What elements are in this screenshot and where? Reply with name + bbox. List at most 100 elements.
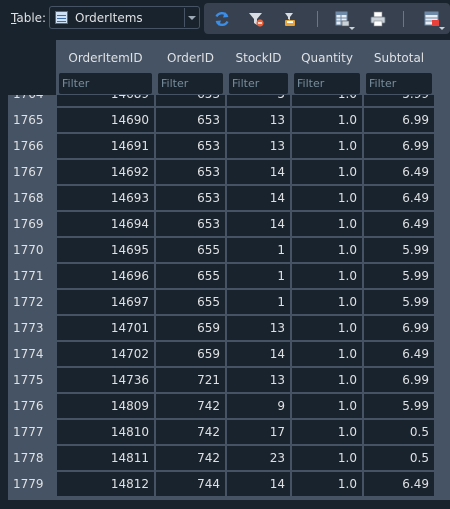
table-cell[interactable]: 14697 [57, 290, 154, 314]
table-cell[interactable]: 1.0 [292, 212, 362, 236]
table-cell[interactable]: 14 [227, 472, 290, 496]
table-cell[interactable]: 1.0 [292, 134, 362, 158]
refresh-button[interactable] [211, 8, 233, 30]
column-filter-input[interactable]: Filter [158, 73, 223, 94]
table-cell[interactable]: 14736 [57, 368, 154, 392]
table-cell[interactable]: 1.0 [292, 316, 362, 340]
table-cell[interactable]: 1.0 [292, 420, 362, 444]
table-cell[interactable]: 1.0 [292, 368, 362, 392]
table-cell[interactable]: 6.49 [364, 342, 434, 366]
table-cell[interactable]: 0.5 [364, 420, 434, 444]
table-cell[interactable]: 1.0 [292, 472, 362, 496]
row-header[interactable]: 1768 [8, 186, 56, 210]
table-cell[interactable]: 659 [156, 342, 225, 366]
table-cell[interactable]: 5.99 [364, 264, 434, 288]
table-cell[interactable]: 1.0 [292, 446, 362, 470]
table-cell[interactable]: 1.0 [292, 108, 362, 132]
table-cell[interactable]: 6.99 [364, 108, 434, 132]
table-cell[interactable]: 653 [156, 212, 225, 236]
table-cell[interactable]: 6.99 [364, 316, 434, 340]
table-cell[interactable]: 742 [156, 420, 225, 444]
table-cell[interactable]: 6.49 [364, 472, 434, 496]
table-cell[interactable]: 14693 [57, 186, 154, 210]
table-cell[interactable]: 17 [227, 420, 290, 444]
column-filter-input[interactable]: Filter [294, 73, 360, 94]
table-select-dropdown[interactable]: OrderItems [49, 6, 200, 29]
column-filter-input[interactable]: Filter [366, 73, 432, 94]
table-cell[interactable]: 0.5 [364, 446, 434, 470]
table-cell[interactable]: 1.0 [292, 264, 362, 288]
table-cell[interactable]: 13 [227, 108, 290, 132]
table-cell[interactable]: 1 [227, 264, 290, 288]
table-cell[interactable]: 14692 [57, 160, 154, 184]
row-header[interactable]: 1774 [8, 342, 56, 366]
row-header[interactable]: 1773 [8, 316, 56, 340]
table-cell[interactable]: 14696 [57, 264, 154, 288]
table-cell[interactable]: 6.99 [364, 368, 434, 392]
table-cell[interactable]: 14690 [57, 108, 154, 132]
table-cell[interactable]: 14812 [57, 472, 154, 496]
row-header[interactable]: 1769 [8, 212, 56, 236]
table-cell[interactable]: 13 [227, 316, 290, 340]
table-cell[interactable]: 721 [156, 368, 225, 392]
table-cell[interactable]: 742 [156, 446, 225, 470]
column-filter-input[interactable]: Filter [229, 73, 288, 94]
column-header[interactable]: OrderItemID Filter [57, 40, 154, 95]
export-button[interactable] [331, 8, 355, 30]
table-cell[interactable]: 655 [156, 290, 225, 314]
table-cell[interactable]: 1 [227, 238, 290, 262]
table-cell[interactable]: 653 [156, 160, 225, 184]
table-cell[interactable]: 14701 [57, 316, 154, 340]
table-cell[interactable]: 5.99 [364, 290, 434, 314]
table-cell[interactable]: 1.0 [292, 342, 362, 366]
column-header[interactable]: StockID Filter [227, 40, 290, 95]
row-header[interactable]: 1777 [8, 420, 56, 444]
table-cell[interactable]: 13 [227, 134, 290, 158]
table-cell[interactable]: 1.0 [292, 290, 362, 314]
row-header[interactable]: 1765 [8, 108, 56, 132]
insert-record-button[interactable] [421, 8, 445, 30]
table-cell[interactable]: 1.0 [292, 186, 362, 210]
table-cell[interactable]: 14809 [57, 394, 154, 418]
row-header[interactable]: 1779 [8, 472, 56, 496]
table-cell[interactable]: 14811 [57, 446, 154, 470]
table-cell[interactable]: 1.0 [292, 160, 362, 184]
table-cell[interactable]: 653 [156, 108, 225, 132]
table-cell[interactable]: 655 [156, 238, 225, 262]
table-cell[interactable]: 14694 [57, 212, 154, 236]
table-cell[interactable]: 23 [227, 446, 290, 470]
table-cell[interactable]: 6.49 [364, 160, 434, 184]
table-cell[interactable]: 14810 [57, 420, 154, 444]
column-header[interactable]: OrderID Filter [156, 40, 225, 95]
print-button[interactable] [367, 8, 389, 30]
table-cell[interactable]: 1.0 [292, 394, 362, 418]
row-header[interactable]: 1778 [8, 446, 56, 470]
row-header[interactable]: 1775 [8, 368, 56, 392]
table-cell[interactable]: 14 [227, 186, 290, 210]
table-cell[interactable]: 1 [227, 290, 290, 314]
chevron-down-icon[interactable] [184, 8, 198, 27]
row-header[interactable]: 1772 [8, 290, 56, 314]
table-cell[interactable]: 744 [156, 472, 225, 496]
table-cell[interactable]: 9 [227, 394, 290, 418]
table-cell[interactable]: 14691 [57, 134, 154, 158]
column-header[interactable]: Subtotal Filter [364, 40, 434, 95]
grid-corner-button[interactable] [8, 40, 56, 95]
row-header[interactable]: 1767 [8, 160, 56, 184]
row-header[interactable]: 1776 [8, 394, 56, 418]
table-cell[interactable]: 5.99 [364, 394, 434, 418]
row-header[interactable]: 1771 [8, 264, 56, 288]
table-cell[interactable]: 14 [227, 160, 290, 184]
table-cell[interactable]: 14702 [57, 342, 154, 366]
row-header[interactable]: 1766 [8, 134, 56, 158]
table-cell[interactable]: 1.0 [292, 238, 362, 262]
table-cell[interactable]: 653 [156, 134, 225, 158]
table-cell[interactable]: 6.49 [364, 212, 434, 236]
row-header[interactable]: 1770 [8, 238, 56, 262]
table-cell[interactable]: 742 [156, 394, 225, 418]
table-cell[interactable]: 659 [156, 316, 225, 340]
clear-filters-button[interactable] [245, 8, 267, 30]
save-filter-button[interactable] [279, 8, 301, 30]
table-cell[interactable]: 14695 [57, 238, 154, 262]
column-header[interactable]: Quantity Filter [292, 40, 362, 95]
